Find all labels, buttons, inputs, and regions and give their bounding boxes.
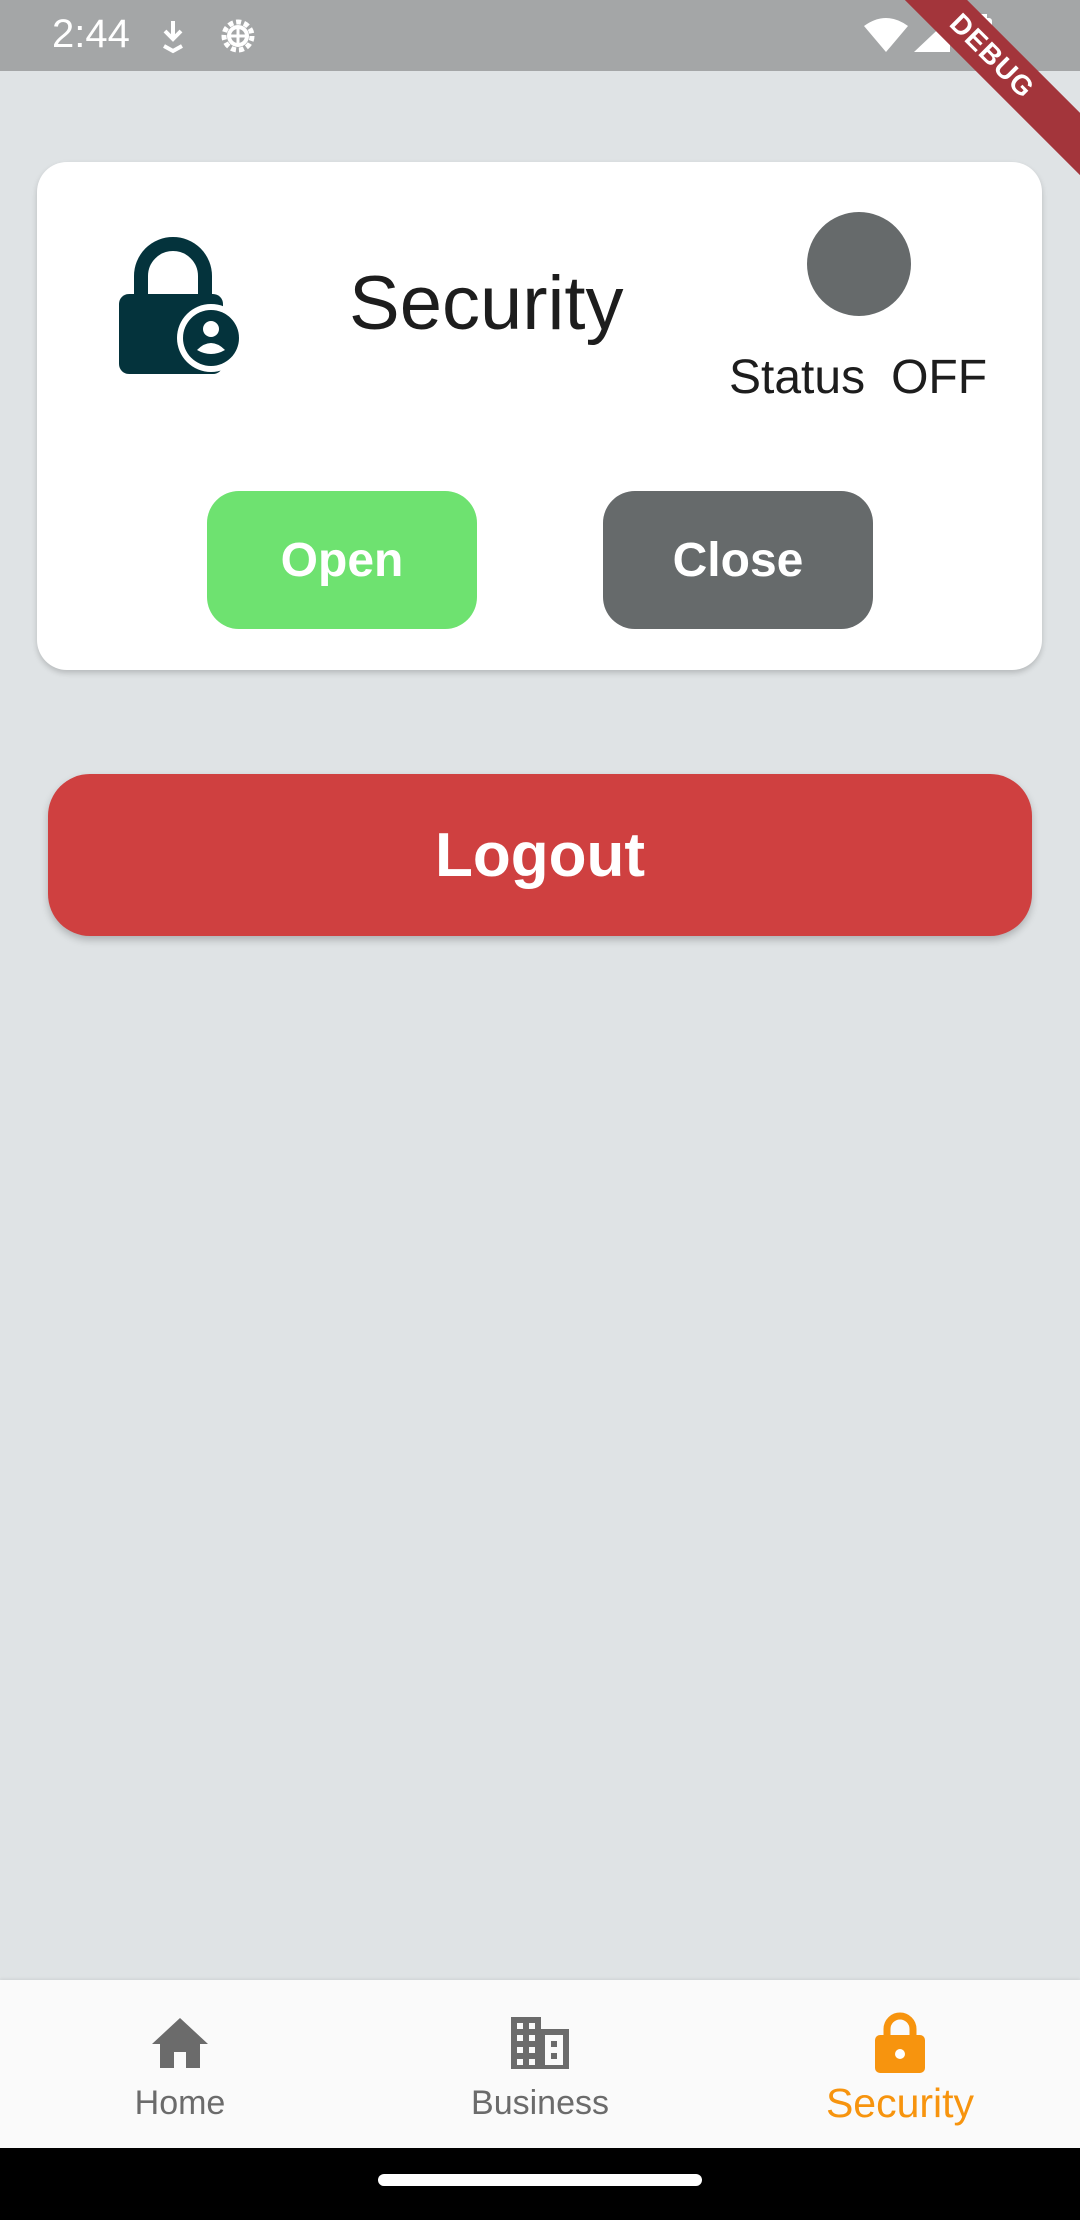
status-value: OFF	[891, 351, 988, 404]
status-label: Status	[729, 351, 866, 404]
nav-label-security: Security	[825, 2080, 975, 2126]
nav-item-security[interactable]: Security	[720, 1980, 1080, 2148]
home-icon	[150, 2010, 210, 2076]
download-icon	[158, 18, 188, 59]
logout-button[interactable]: Logout	[48, 774, 1032, 936]
business-icon	[509, 2010, 571, 2076]
open-button[interactable]: Open	[207, 491, 477, 629]
status-indicator	[807, 212, 911, 316]
system-navigation-bar	[0, 2148, 1080, 2220]
lock-person-icon	[113, 232, 245, 383]
settings-gear-icon	[216, 14, 260, 63]
wifi-icon	[862, 16, 910, 59]
bottom-navigation: Home Business Security	[0, 1980, 1080, 2148]
nav-label-business: Business	[471, 2084, 609, 2122]
card-title: Security	[349, 261, 624, 346]
nav-item-business[interactable]: Business	[360, 1980, 720, 2148]
home-gesture-handle[interactable]	[378, 2174, 702, 2186]
nav-item-home[interactable]: Home	[0, 1980, 360, 2148]
close-button[interactable]: Close	[603, 491, 873, 629]
lock-icon	[873, 2010, 927, 2076]
nav-label-home: Home	[134, 2084, 226, 2122]
status-time: 2:44	[52, 12, 130, 56]
security-card: Security Status OFF Open Close	[37, 162, 1042, 670]
status-row: Status OFF	[729, 350, 987, 405]
